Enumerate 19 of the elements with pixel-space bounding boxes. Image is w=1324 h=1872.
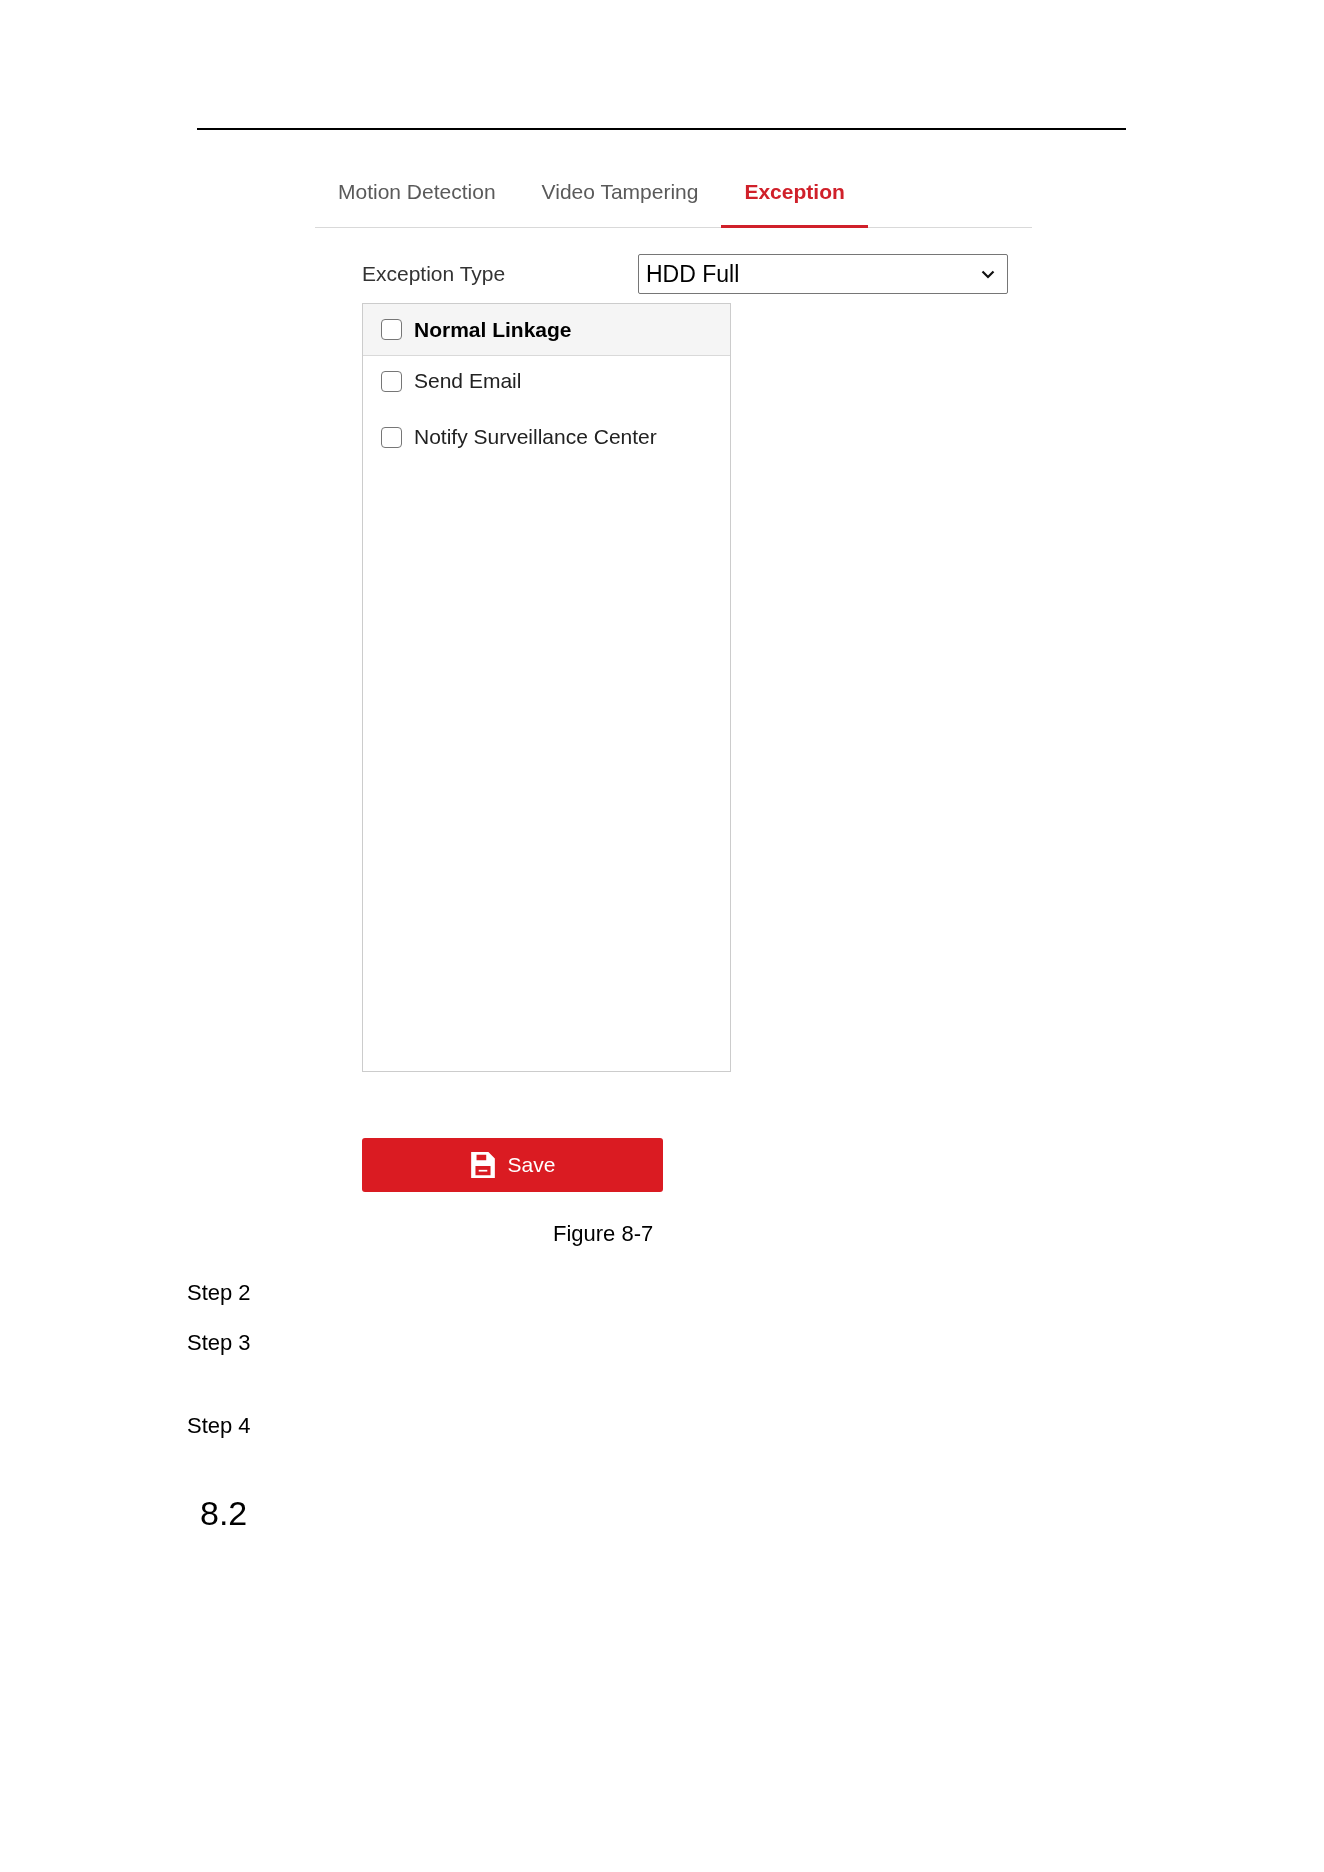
checkbox[interactable] — [381, 319, 402, 340]
linkage-option-label: Notify Surveillance Center — [414, 424, 657, 451]
checkbox[interactable] — [381, 426, 402, 448]
checkbox[interactable] — [381, 370, 402, 392]
step-label: Step 4 — [187, 1412, 251, 1440]
section-number: 8.2 — [200, 1493, 248, 1533]
linkage-header-label: Normal Linkage — [414, 316, 572, 343]
exception-type-select[interactable]: HDD Full — [638, 254, 1008, 294]
exception-type-label: Exception Type — [362, 261, 507, 288]
save-icon — [469, 1151, 496, 1179]
tab[interactable]: Motion Detection — [315, 164, 519, 228]
tab[interactable]: Video Tampering — [518, 164, 722, 228]
save-button[interactable]: Save — [362, 1138, 663, 1192]
figure-caption: Figure 8-7 — [553, 1220, 654, 1248]
tab[interactable]: Exception — [721, 164, 868, 228]
linkage-option-label: Send Email — [414, 368, 522, 395]
step-label: Step 3 — [187, 1329, 251, 1357]
step-label: Step 2 — [187, 1279, 251, 1307]
chevron-down-icon — [981, 269, 995, 279]
